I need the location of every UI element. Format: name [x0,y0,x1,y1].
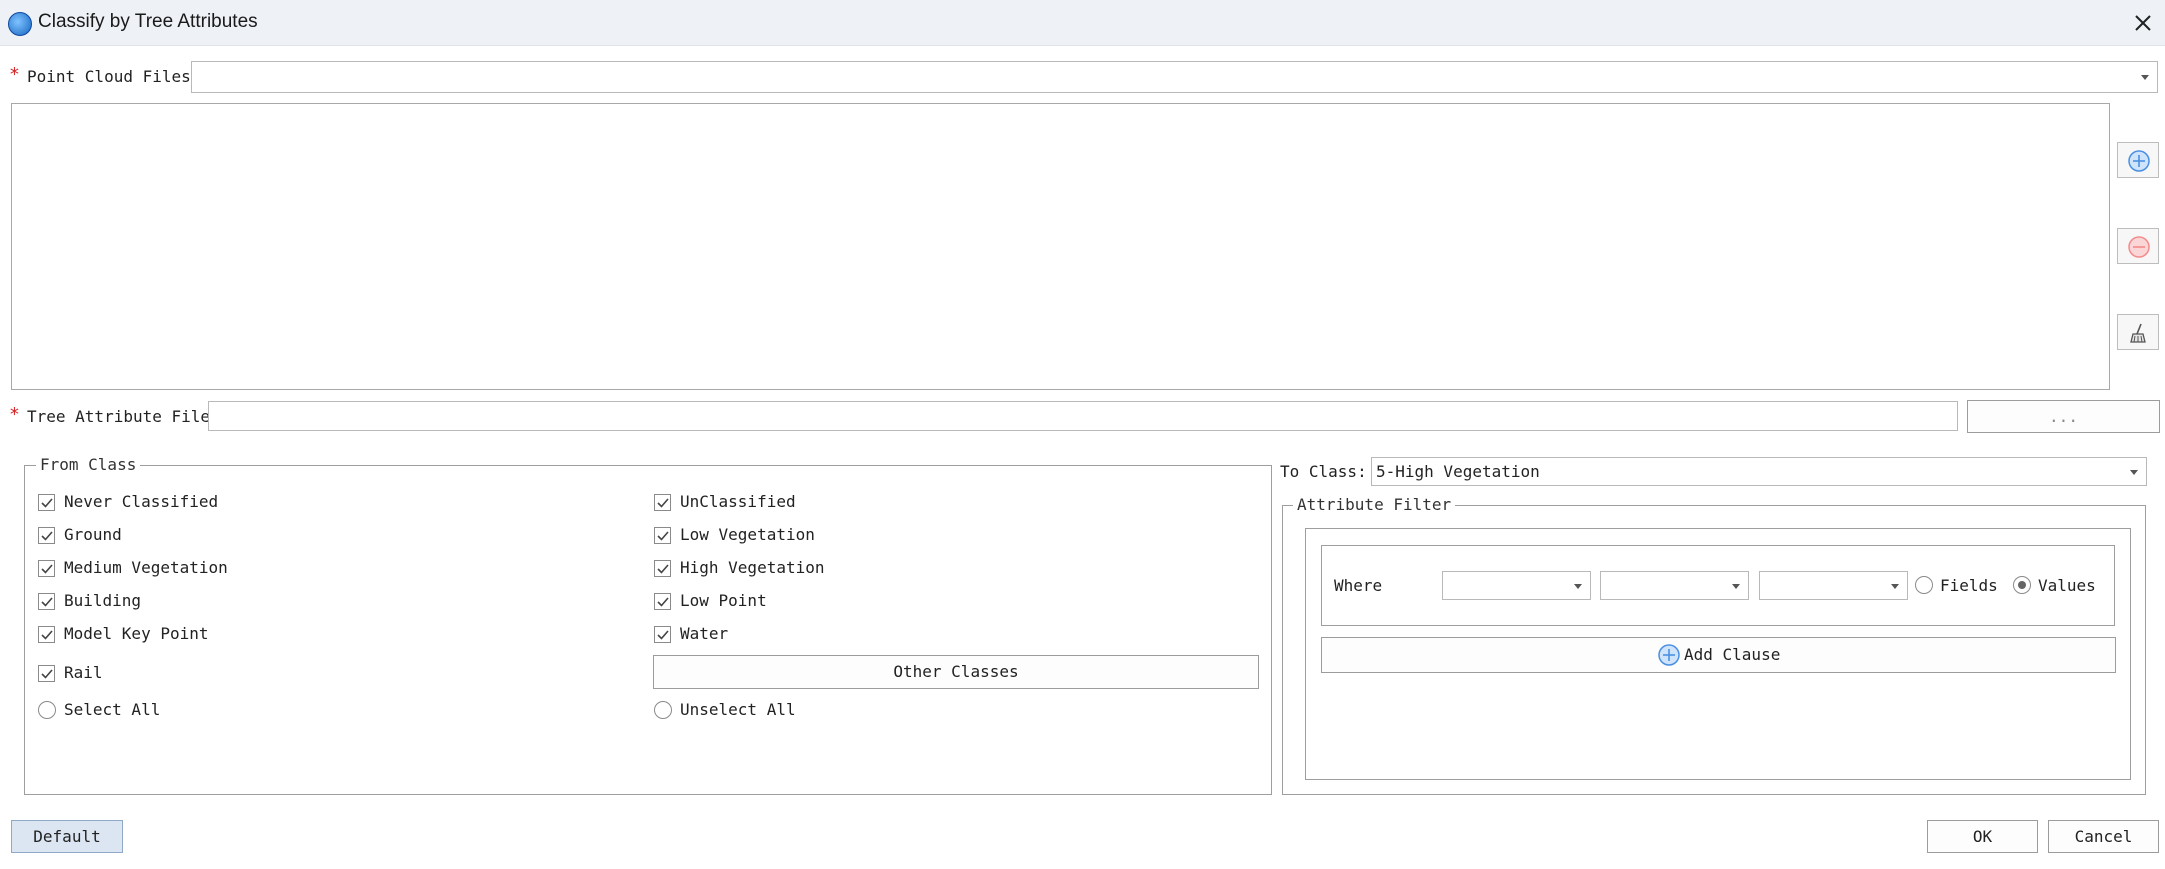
operator-combo[interactable] [1600,571,1749,600]
checkmark-icon [41,669,53,679]
to-class-label: To Class: [1280,462,1367,481]
add-clause-label: Add Clause [1684,645,1781,664]
required-mark: * [9,404,20,425]
from-class-item-label: Ground [64,525,122,544]
from-class-group [24,465,1272,795]
from-class-item-label: Never Classified [64,492,219,511]
clear-files-button[interactable] [2117,314,2159,350]
checkmark-icon [657,531,669,541]
chevron-down-icon [2141,75,2149,80]
checkmark-icon [41,597,53,607]
checkmark-icon [657,498,669,508]
from-class-item-checkbox[interactable] [654,494,671,511]
add-clause-button[interactable]: Add Clause [1321,637,2116,673]
checkmark-icon [657,630,669,640]
from-class-item-checkbox[interactable] [654,626,671,643]
from-class-item-checkbox[interactable] [38,626,55,643]
checkmark-icon [41,498,53,508]
from-class-item-checkbox[interactable] [38,560,55,577]
from-class-item-checkbox[interactable] [38,527,55,544]
from-class-item-label: Model Key Point [64,624,209,643]
radio-selected-dot [2018,581,2026,589]
fields-label: Fields [1940,576,1998,595]
chevron-down-icon [1732,583,1740,589]
from-class-item-label: Building [64,591,142,610]
from-class-item-checkbox[interactable] [654,560,671,577]
to-class-combo[interactable]: 5-High Vegetation [1371,457,2147,486]
checkmark-icon [657,597,669,607]
point-cloud-file-list[interactable] [11,103,2110,390]
broom-icon [2130,323,2146,343]
remove-file-button[interactable] [2117,228,2159,264]
from-class-title: From Class [36,455,141,474]
fields-radio[interactable] [1915,576,1933,594]
cancel-button-label: Cancel [2074,827,2133,846]
from-class-item-checkbox[interactable] [38,494,55,511]
unselect-all-radio[interactable] [654,701,672,719]
remove-icon [2128,236,2150,258]
chevron-down-icon [2130,469,2138,475]
app-logo-icon [8,12,32,36]
values-radio[interactable] [2013,576,2031,594]
field-combo[interactable] [1442,571,1591,600]
from-class-item-checkbox[interactable] [38,593,55,610]
title-bar [0,0,2165,46]
checkmark-icon [657,564,669,574]
from-class-item-label: High Vegetation [680,558,825,577]
checkmark-icon [41,630,53,640]
to-class-value: 5-High Vegetation [1376,462,1540,481]
ok-button-label: OK [1972,827,1993,846]
from-class-item-label: Low Point [680,591,767,610]
browse-button[interactable]: ... [1967,400,2160,433]
add-icon [2128,150,2150,172]
checkmark-icon [41,531,53,541]
from-class-item-checkbox[interactable] [654,593,671,610]
required-mark: * [9,64,20,85]
from-class-item-label: Water [680,624,729,643]
default-button-label: Default [33,827,101,846]
from-class-item-checkbox[interactable] [654,527,671,544]
other-classes-label: Other Classes [893,662,1019,681]
point-cloud-files-label: Point Cloud Files [27,67,191,86]
other-classes-button[interactable]: Other Classes [653,655,1259,689]
from-class-item-label: Rail [64,663,103,682]
where-label: Where [1334,576,1383,595]
window-title: Classify by Tree Attributes [38,11,258,32]
from-class-item-checkbox[interactable] [38,665,55,682]
from-class-item-label: UnClassified [680,492,796,511]
ok-button[interactable]: OK [1927,820,2038,853]
unselect-all-label: Unselect All [680,700,796,719]
close-icon [2135,15,2151,31]
select-all-label: Select All [64,700,161,719]
browse-button-label: ... [2049,407,2078,426]
add-file-button[interactable] [2117,142,2159,178]
cancel-button[interactable]: Cancel [2048,820,2159,853]
from-class-item-label: Low Vegetation [680,525,815,544]
tree-attribute-file-input[interactable] [208,401,1958,431]
chevron-down-icon [1891,583,1899,589]
attribute-filter-title: Attribute Filter [1293,495,1456,514]
select-all-radio[interactable] [38,701,56,719]
chevron-down-icon [1574,583,1582,589]
checkmark-icon [41,564,53,574]
add-icon [1658,644,1680,666]
default-button[interactable]: Default [11,820,123,853]
values-label: Values [2038,576,2096,595]
point-cloud-files-combo[interactable] [191,61,2158,93]
operand-combo[interactable] [1759,571,1908,600]
tree-attribute-file-label: Tree Attribute File [27,407,211,426]
from-class-item-label: Medium Vegetation [64,558,228,577]
close-button[interactable] [2128,8,2158,38]
